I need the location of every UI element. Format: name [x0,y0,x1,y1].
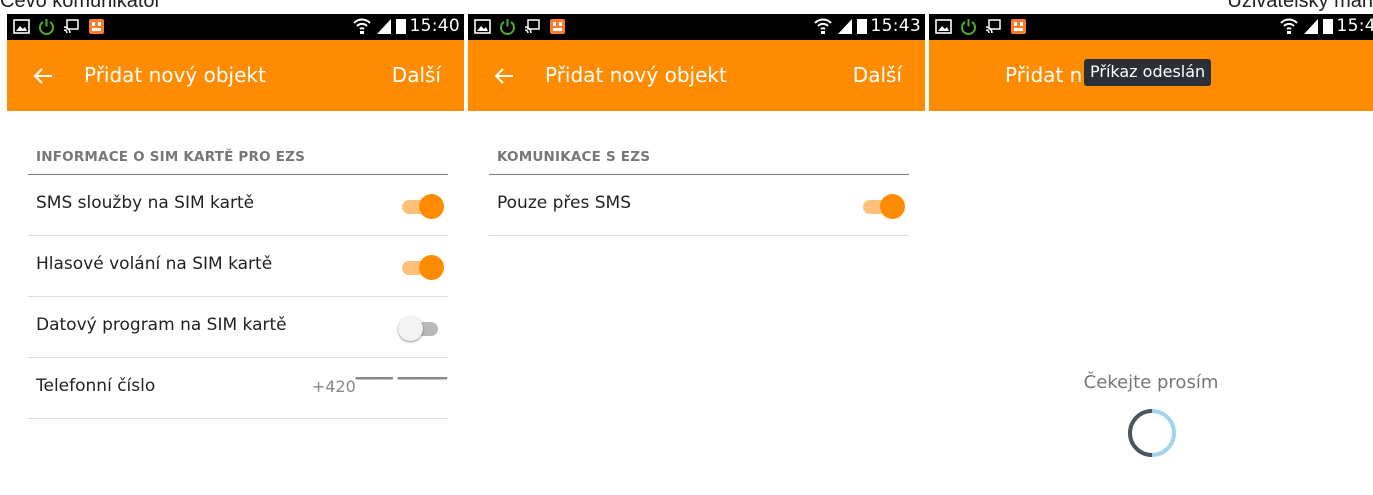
page-title: Přidat nový objekt [84,63,266,87]
next-button[interactable]: Další [853,63,902,87]
app-icon [1011,19,1026,34]
screenshot-sim-info: 15:40 Přidat nový objekt Další INFORMACE… [7,14,464,495]
app-icon [550,19,565,34]
battery-icon [395,19,406,34]
battery-icon [856,19,867,34]
power-icon [961,19,976,35]
power-icon [500,19,515,35]
back-arrow-icon[interactable] [492,64,516,88]
gallery-icon [474,19,491,34]
wifi-icon [813,18,832,34]
sms-only-toggle[interactable] [859,193,905,219]
row-label: Pouze přes SMS [497,193,631,213]
cast-icon [63,19,79,34]
status-bar: 15:40 [7,14,464,40]
settings-list: INFORMACE O SIM KARTĚ PRO EZS SMS sloužb… [7,149,464,419]
status-bar: 15:47 [929,14,1373,40]
app-bar: Přidat nový objekt Další [7,40,464,111]
list-item-voice-calls[interactable]: Hlasové volání na SIM kartě [28,236,448,297]
section-header: INFORMACE O SIM KARTĚ PRO EZS [28,149,448,175]
cast-icon [985,19,1001,34]
document-header-right: Uživatelský man [1227,0,1373,12]
back-arrow-icon[interactable] [31,64,55,88]
gallery-icon [13,19,30,34]
wifi-icon [1279,18,1298,34]
section-header: KOMUNIKACE S EZS [489,149,909,175]
toast-message: Příkaz odeslán [1084,59,1212,86]
row-label: Datový program na SIM kartě [36,315,287,335]
app-icon [89,19,104,34]
battery-icon [1322,19,1333,34]
data-program-toggle[interactable] [398,315,444,341]
signal-icon [837,19,852,34]
gallery-icon [935,19,952,34]
signal-icon [376,19,391,34]
voice-calls-toggle[interactable] [398,254,444,280]
signal-icon [1303,19,1318,34]
row-label: SMS sloužby na SIM kartě [36,193,255,213]
list-item-phone-number[interactable]: Telefonní číslo +420▔▔▔ ▔▔▔▔ [28,358,448,419]
cast-icon [524,19,540,34]
screenshot-ezs-communication: 15:43 Přidat nový objekt Další KOMUNIKAC… [468,14,925,495]
document-header: Cevo komunikátor Uživatelský man [0,0,1373,14]
wifi-icon [352,18,371,34]
settings-list: KOMUNIKACE S EZS Pouze přes SMS [468,149,925,236]
document-header-left: Cevo komunikátor [0,0,162,12]
power-icon [39,19,54,35]
phone-number-value: +420▔▔▔ ▔▔▔▔ [311,377,447,396]
sms-services-toggle[interactable] [398,193,444,219]
status-bar: 15:43 [468,14,925,40]
wait-message: Čekejte prosím [1083,372,1219,393]
next-button[interactable]: Další [392,63,441,87]
status-time: 15:40 [409,16,460,36]
screenshot-waiting: 15:47 Přidat n Příkaz odeslán Čekejte pr… [929,14,1373,495]
status-time: 15:47 [1336,16,1373,36]
list-item-sms-only[interactable]: Pouze přes SMS [489,175,909,236]
row-label: Hlasové volání na SIM kartě [36,254,273,274]
loading-spinner-icon [1127,409,1177,457]
list-item-sms-services[interactable]: SMS sloužby na SIM kartě [28,175,448,236]
status-time: 15:43 [870,16,921,36]
row-label: Telefonní číslo [36,376,156,396]
page-title: Přidat nový objekt [545,63,727,87]
list-item-data-program[interactable]: Datový program na SIM kartě [28,297,448,358]
app-bar: Přidat nový objekt Další [468,40,925,111]
page-title: Přidat n [1005,63,1083,87]
